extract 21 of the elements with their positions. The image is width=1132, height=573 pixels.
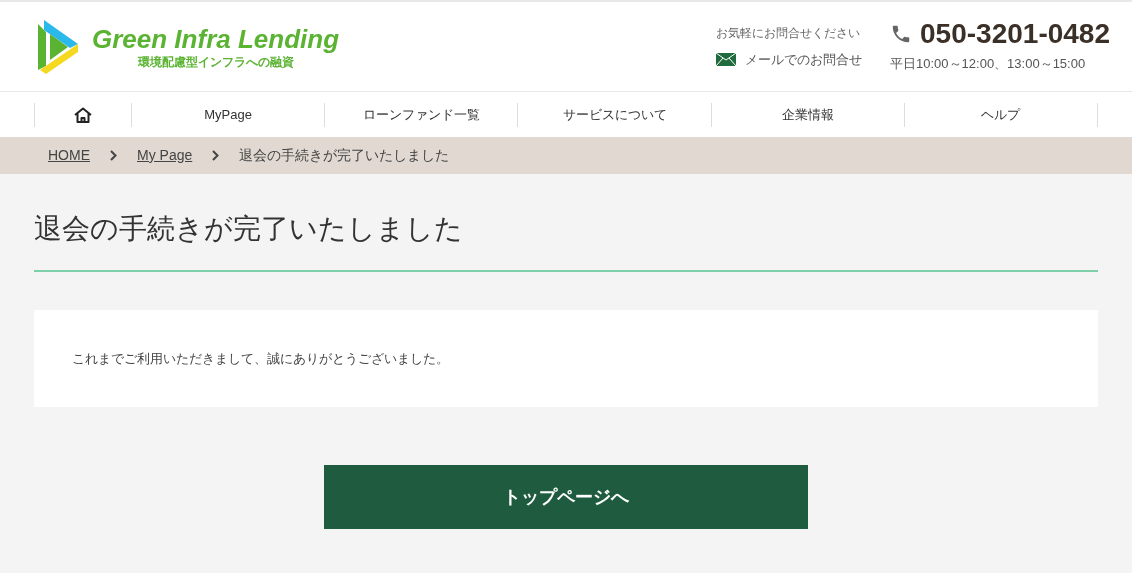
- page-title: 退会の手続きが完了いたしました: [34, 174, 1098, 272]
- thank-you-message: これまでご利用いただきまして、誠にありがとうございました。: [72, 349, 449, 368]
- logo-name: Green Infra Lending: [92, 25, 340, 52]
- nav-link[interactable]: ローンファンド一覧: [362, 104, 480, 125]
- breadcrumb-link[interactable]: HOME: [48, 145, 90, 166]
- contact-prompt: お気軽にお問合せください: [716, 24, 862, 42]
- mail-link[interactable]: メールでのお問合せ: [745, 49, 863, 70]
- breadcrumb-link[interactable]: My Page: [137, 145, 193, 166]
- home-icon[interactable]: [73, 106, 93, 123]
- top-page-button[interactable]: トップページへ: [324, 465, 808, 529]
- mail-icon: [716, 53, 737, 66]
- business-hours: 平日10:00～12:00、13:00～15:00: [890, 54, 1087, 73]
- chevron-icon: [110, 150, 117, 161]
- nav-link[interactable]: サービスについて: [562, 104, 667, 125]
- phone-number: 050-3201-0482: [920, 19, 1110, 48]
- breadcrumb-current: 退会の手続きが完了いたしました: [239, 146, 450, 165]
- chevron-icon: [212, 150, 220, 161]
- logo-tagline: 環境配慮型インフラへの融資: [137, 55, 294, 68]
- nav-link[interactable]: ヘルプ: [981, 104, 1021, 125]
- nav-link[interactable]: 企業情報: [781, 104, 834, 125]
- nav-link[interactable]: MyPage: [204, 104, 252, 125]
